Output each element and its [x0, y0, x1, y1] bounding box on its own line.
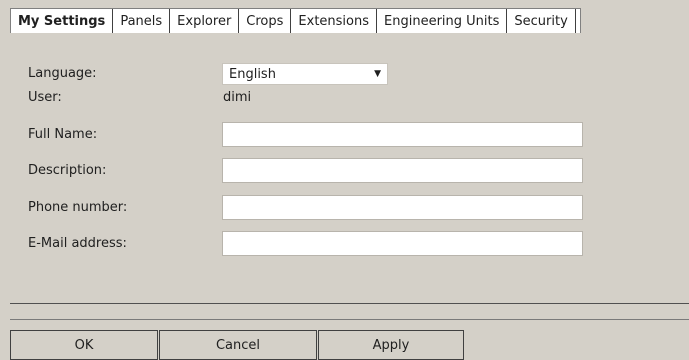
- description-label: Description:: [28, 163, 107, 178]
- tab-crops[interactable]: Crops: [239, 9, 292, 33]
- tab-explorer[interactable]: Explorer: [170, 9, 240, 33]
- tab-panels[interactable]: Panels: [113, 9, 171, 33]
- cancel-button[interactable]: Cancel: [159, 330, 317, 360]
- settings-panel: Language: English ▼ User: dimi Full Name…: [0, 0, 689, 360]
- user-label: User:: [28, 90, 62, 105]
- description-field[interactable]: [222, 158, 583, 183]
- divider: [10, 319, 689, 320]
- divider: [10, 303, 689, 304]
- language-select-value: English: [229, 66, 276, 82]
- button-bar: OK Cancel Apply: [10, 330, 689, 360]
- full-name-label: Full Name:: [28, 127, 98, 142]
- tab-security[interactable]: Security: [507, 9, 576, 33]
- full-name-field[interactable]: [222, 122, 583, 147]
- tab-bar: My Settings Panels Explorer Crops Extens…: [10, 8, 581, 33]
- phone-number-label: Phone number:: [28, 200, 128, 215]
- tab-extensions[interactable]: Extensions: [291, 9, 378, 33]
- email-address-label: E-Mail address:: [28, 236, 127, 251]
- phone-number-field[interactable]: [222, 195, 583, 220]
- apply-button[interactable]: Apply: [318, 330, 464, 360]
- language-label: Language:: [28, 66, 97, 81]
- tab-my-settings[interactable]: My Settings: [11, 9, 114, 33]
- tab-engineering-units[interactable]: Engineering Units: [377, 9, 508, 33]
- email-address-field[interactable]: [222, 231, 583, 256]
- ok-button[interactable]: OK: [10, 330, 158, 360]
- dropdown-caret-icon: ▼: [374, 69, 381, 79]
- language-select[interactable]: English ▼: [222, 63, 388, 85]
- user-value: dimi: [223, 90, 252, 105]
